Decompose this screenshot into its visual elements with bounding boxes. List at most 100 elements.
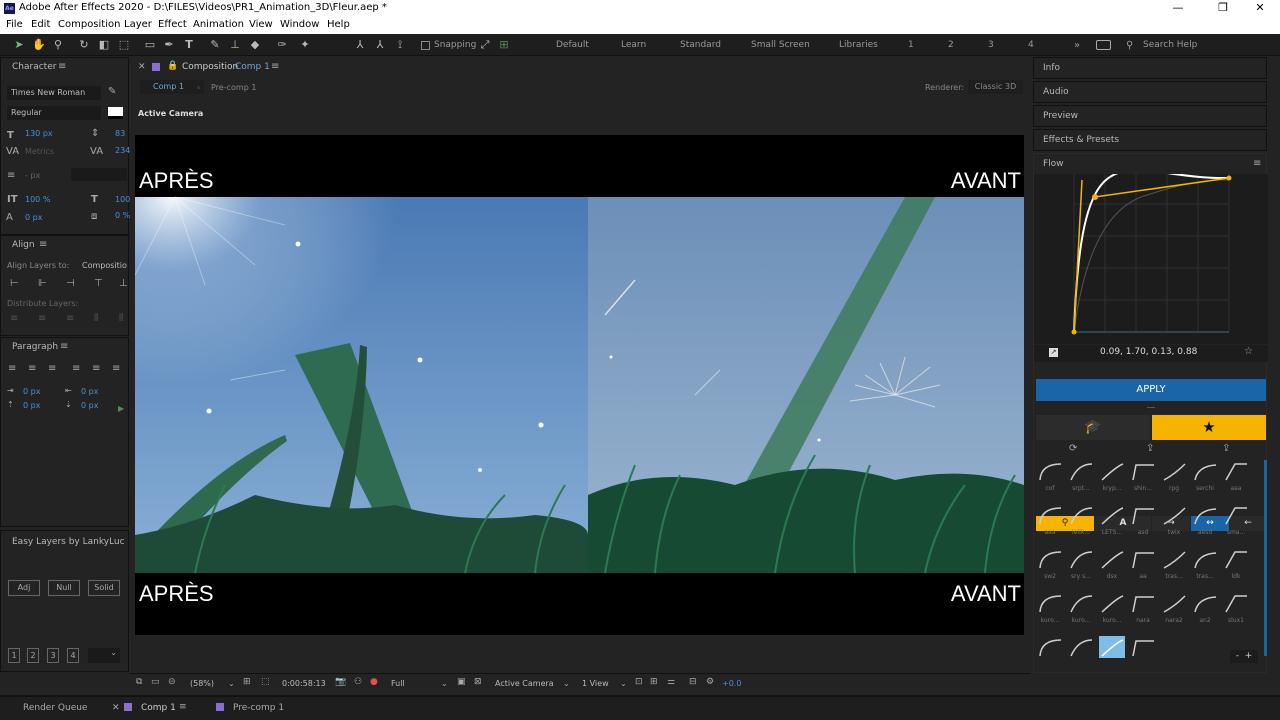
- snap-grid-icon[interactable]: ⊞: [497, 37, 511, 52]
- menu-file[interactable]: File: [6, 19, 23, 30]
- color-channel-icon[interactable]: ●: [370, 677, 378, 687]
- preset-curve-tile[interactable]: [1068, 636, 1094, 658]
- snap-edges-icon[interactable]: ⤢: [478, 37, 492, 52]
- preset-scrollbar[interactable]: [1264, 460, 1267, 656]
- align-to-select[interactable]: Compositio: [82, 261, 127, 270]
- camera-tool-icon[interactable]: ◧: [97, 37, 111, 52]
- align-top-icon[interactable]: ⊤: [94, 278, 103, 289]
- preset-curve-tile[interactable]: [1068, 592, 1094, 614]
- always-preview-icon[interactable]: ⧉: [136, 677, 142, 687]
- align-vcenter-icon[interactable]: ⊥: [119, 278, 128, 289]
- workspace-3[interactable]: 3: [988, 40, 994, 50]
- snapping-checkbox[interactable]: [421, 41, 430, 50]
- favorites-tab[interactable]: ★: [1152, 415, 1266, 440]
- preset-curve-tile[interactable]: [1099, 636, 1125, 658]
- current-time[interactable]: 0:00:58:13: [282, 679, 326, 688]
- reset-exposure-icon[interactable]: ⚙: [706, 677, 714, 687]
- workspace-learn[interactable]: Learn: [621, 40, 646, 50]
- preset-curve-tile[interactable]: [1161, 592, 1187, 614]
- world-axis-icon[interactable]: ⅄: [373, 37, 387, 52]
- apply-button[interactable]: APPLY: [1036, 379, 1266, 401]
- menu-composition[interactable]: Composition: [58, 19, 120, 30]
- type-tool-icon[interactable]: T: [182, 37, 196, 52]
- minimize-icon[interactable]: —: [1168, 1, 1188, 14]
- panel-menu-icon[interactable]: ≡: [1253, 158, 1261, 169]
- space-before-value[interactable]: 0 px: [23, 401, 40, 410]
- brush-tool-icon[interactable]: ✎: [208, 37, 222, 52]
- workspace-4[interactable]: 4: [1028, 40, 1034, 50]
- distribute-bottom-icon[interactable]: ≡: [66, 313, 74, 324]
- preset-curve-tile[interactable]: [1099, 460, 1125, 482]
- preset-curve-tile[interactable]: [1037, 592, 1063, 614]
- view-select[interactable]: Active Camera: [495, 679, 554, 688]
- hand-tool-icon[interactable]: ✋: [32, 37, 46, 52]
- number-dropdown[interactable]: ⌄: [88, 648, 120, 663]
- preset-curve-tile[interactable]: [1099, 592, 1125, 614]
- zoom-tool-icon[interactable]: ⚲: [51, 37, 65, 52]
- breadcrumb-pre-comp-1[interactable]: Pre-comp 1: [211, 83, 256, 92]
- splitter-handle[interactable]: [1147, 407, 1155, 408]
- preset-curve-tile[interactable]: [1037, 636, 1063, 658]
- menu-edit[interactable]: Edit: [31, 19, 50, 30]
- menu-layer[interactable]: Layer: [124, 19, 152, 30]
- align-left-icon[interactable]: ⊢: [10, 278, 19, 289]
- eyedropper-icon[interactable]: ✎: [108, 86, 116, 97]
- resolution-chevron-icon[interactable]: ⌄: [441, 679, 448, 688]
- panel-menu-icon[interactable]: ≡: [58, 61, 66, 72]
- tab-menu-icon[interactable]: ≡: [179, 702, 187, 712]
- preset-curve-tile[interactable]: [1130, 460, 1156, 482]
- number-button-3[interactable]: 3: [47, 648, 59, 663]
- region-of-interest-icon[interactable]: ▣: [457, 677, 466, 687]
- align-text-left-icon[interactable]: ≡: [8, 363, 16, 374]
- tsume-value[interactable]: 0 %: [115, 211, 130, 220]
- preset-curve-tile[interactable]: [1037, 460, 1063, 482]
- magnification-chevron-icon[interactable]: ⌄: [228, 679, 235, 688]
- null-layer-button[interactable]: Null: [48, 580, 80, 596]
- more-workspaces-icon[interactable]: »: [1074, 40, 1080, 51]
- selection-tool-icon[interactable]: ➤: [12, 37, 26, 52]
- preset-curve-tile[interactable]: [1037, 548, 1063, 570]
- direction-icon[interactable]: ▶: [118, 404, 124, 413]
- pre-comp-1-tab[interactable]: Pre-comp 1: [233, 703, 284, 713]
- preset-curve-tile[interactable]: [1068, 460, 1094, 482]
- magnification-select[interactable]: (58%): [190, 679, 214, 688]
- align-right-icon[interactable]: ⊣: [66, 278, 75, 289]
- breadcrumb-comp-1[interactable]: Comp 1: [140, 80, 204, 94]
- preset-curve-tile[interactable]: [1223, 504, 1249, 526]
- preset-curve-tile[interactable]: [1192, 592, 1218, 614]
- justify-center-icon[interactable]: ≡: [92, 363, 100, 374]
- font-style-select[interactable]: Regular: [7, 106, 101, 120]
- curve-editor[interactable]: [1034, 169, 1268, 344]
- preset-curve-tile[interactable]: [1130, 504, 1156, 526]
- fast-previews-icon[interactable]: ⊞: [650, 677, 658, 687]
- distribute-right-icon[interactable]: ⫴: [119, 313, 123, 324]
- workspace-default[interactable]: Default: [556, 40, 589, 50]
- snapshot-icon[interactable]: 📷: [335, 677, 346, 687]
- solid-layer-button[interactable]: Solid: [88, 580, 120, 596]
- workspace-libraries[interactable]: Libraries: [839, 40, 878, 50]
- indent-left-value[interactable]: 0 px: [23, 387, 40, 396]
- indent-right-value[interactable]: 0 px: [81, 387, 98, 396]
- edit-curve-icon[interactable]: ↗: [1049, 348, 1058, 357]
- local-axis-icon[interactable]: ⅄: [353, 37, 367, 52]
- puppet-tool-icon[interactable]: ✦: [298, 37, 312, 52]
- menu-animation[interactable]: Animation: [193, 19, 244, 30]
- baseline-shift-value[interactable]: 0 px: [25, 213, 42, 222]
- panel-menu-icon[interactable]: ≡: [60, 341, 68, 352]
- preset-curve-tile[interactable]: [1099, 504, 1125, 526]
- roto-brush-tool-icon[interactable]: ✑: [275, 37, 289, 52]
- show-snapshot-icon[interactable]: ⚇: [354, 677, 362, 687]
- view-axis-icon[interactable]: ⟟: [393, 37, 407, 52]
- workspace-1[interactable]: 1: [908, 40, 914, 50]
- fill-color-swatch[interactable]: [108, 107, 123, 119]
- close-icon[interactable]: ✕: [1250, 1, 1270, 14]
- align-text-right-icon[interactable]: ≡: [48, 363, 56, 374]
- number-button-2[interactable]: 2: [27, 648, 39, 663]
- clone-stamp-tool-icon[interactable]: ⊥: [228, 37, 242, 52]
- preset-curve-tile[interactable]: [1068, 504, 1094, 526]
- preset-curve-tile[interactable]: [1099, 548, 1125, 570]
- grid-guides-icon[interactable]: ⊞: [243, 677, 251, 687]
- preset-curve-tile[interactable]: [1130, 592, 1156, 614]
- comp-1-tab[interactable]: Comp 1: [141, 703, 176, 713]
- adjustment-layer-button[interactable]: Adj: [8, 580, 40, 596]
